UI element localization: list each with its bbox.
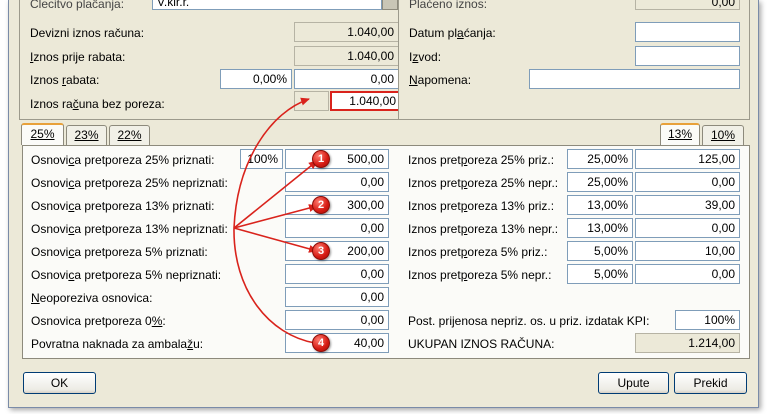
badge-2: 2	[312, 196, 330, 214]
ok-button[interactable]: OK	[23, 372, 96, 394]
arrow-from-packaging	[233, 227, 316, 344]
invoice-dialog: Ĉlecitvo plaĉanja: V.kir.r. Devizni izno…	[8, 0, 759, 408]
badge-1: 1	[312, 150, 330, 168]
help-button[interactable]: Upute	[598, 372, 669, 394]
annotation-arrows	[233, 97, 318, 344]
cancel-button[interactable]: Prekid	[674, 372, 747, 394]
arrow-to-base-5	[233, 227, 318, 253]
badge-4: 4	[312, 334, 330, 352]
arrow-to-net-amount	[233, 97, 310, 229]
badge-3: 3	[312, 242, 330, 260]
arrow-to-base-25	[233, 160, 318, 229]
